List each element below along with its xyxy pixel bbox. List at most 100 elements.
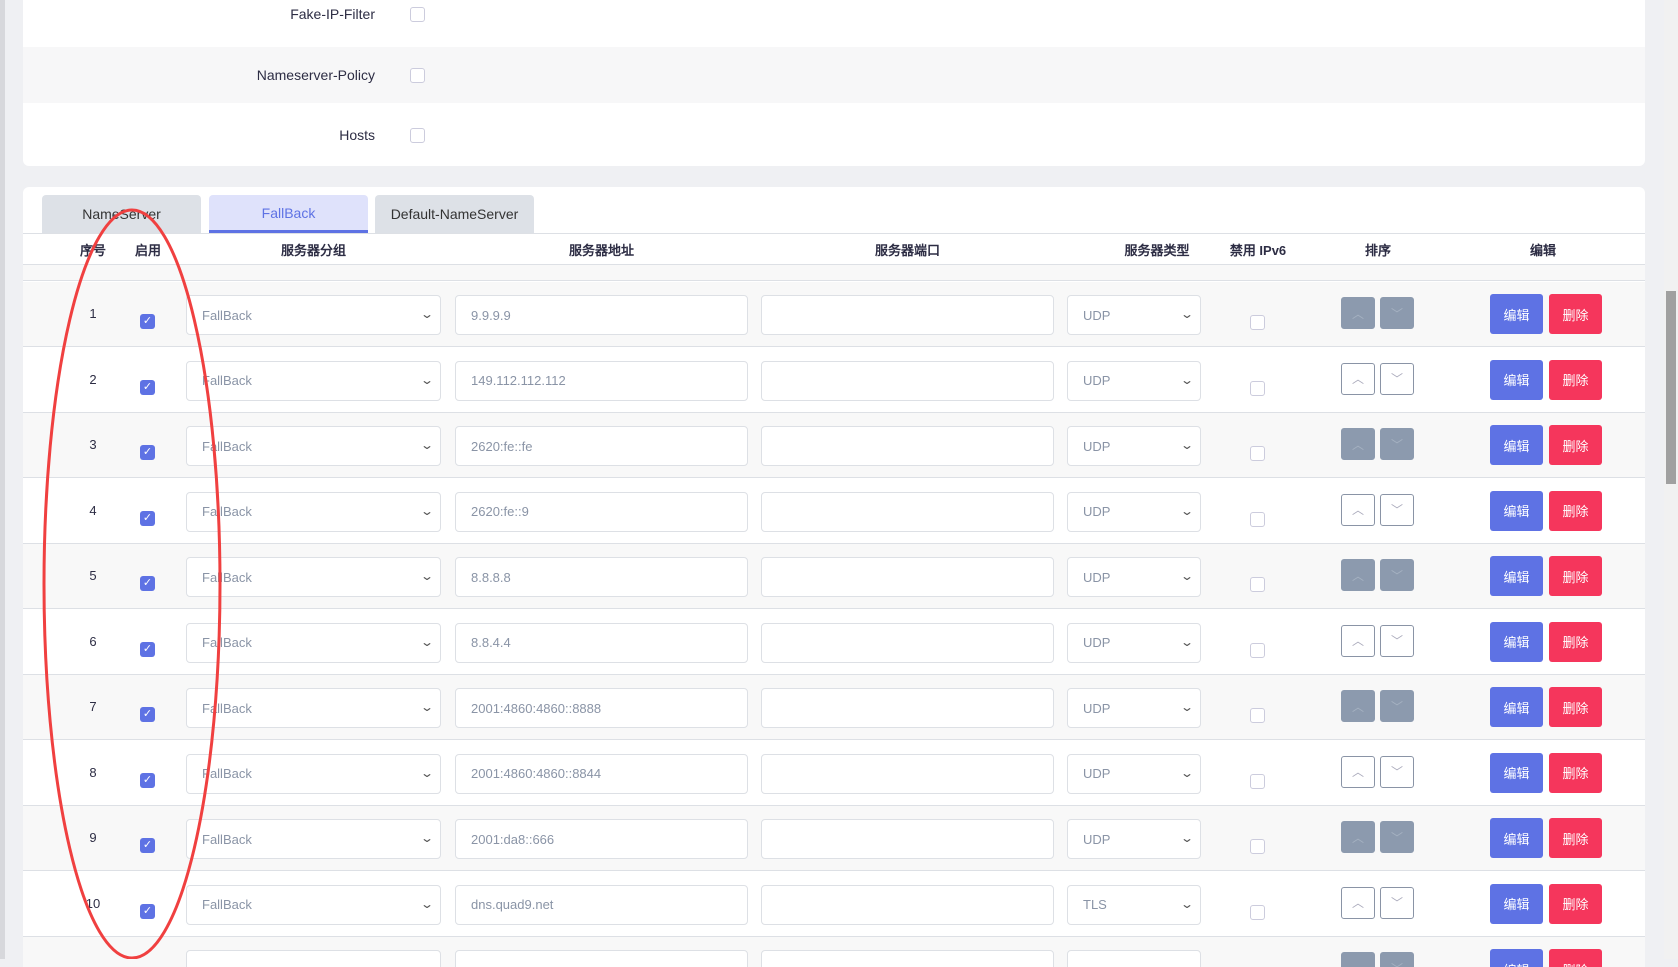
group-select[interactable]: FallBack⌄ [186,557,441,597]
move-down-button[interactable]: ﹀ [1380,821,1414,853]
delete-button[interactable]: 删除 [1549,753,1602,793]
disable-ipv6-checkbox[interactable] [1250,577,1265,592]
move-down-button[interactable]: ﹀ [1380,559,1414,591]
group-select[interactable]: FallBack⌄ [186,819,441,859]
enabled-checkbox[interactable]: ✓ [140,838,155,853]
move-down-button[interactable]: ﹀ [1380,297,1414,329]
tab-nameserver[interactable]: NameServer [42,195,201,233]
address-input[interactable]: 9.9.9.9 [455,295,748,335]
disable-ipv6-checkbox[interactable] [1250,774,1265,789]
port-input[interactable] [761,361,1054,401]
enabled-checkbox[interactable]: ✓ [140,773,155,788]
port-input[interactable] [761,819,1054,859]
delete-button[interactable]: 删除 [1549,818,1602,858]
scrollbar[interactable] [1664,0,1678,959]
type-select[interactable]: UDP⌄ [1067,623,1201,663]
move-up-button[interactable]: ︿ [1341,887,1375,919]
disable-ipv6-checkbox[interactable] [1250,839,1265,854]
disable-ipv6-checkbox[interactable] [1250,708,1265,723]
disable-ipv6-checkbox[interactable] [1250,315,1265,330]
address-input[interactable]: 2620:fe::fe [455,426,748,466]
move-down-button[interactable]: ﹀ [1380,363,1414,395]
disable-ipv6-checkbox[interactable] [1250,905,1265,920]
move-down-button[interactable]: ﹀ [1380,690,1414,722]
edit-button[interactable]: 编辑 [1490,687,1543,727]
address-input[interactable]: 2620:fe::9 [455,492,748,532]
hosts-checkbox[interactable] [410,128,425,143]
enabled-checkbox[interactable]: ✓ [140,576,155,591]
delete-button[interactable]: 删除 [1549,884,1602,924]
edit-button[interactable]: 编辑 [1490,753,1543,793]
disable-ipv6-checkbox[interactable] [1250,512,1265,527]
move-up-button[interactable]: ︿ [1341,952,1375,967]
move-down-button[interactable]: ﹀ [1380,494,1414,526]
type-select[interactable]: UDP⌄ [1067,557,1201,597]
enabled-checkbox[interactable]: ✓ [140,511,155,526]
port-input[interactable] [761,426,1054,466]
move-up-button[interactable]: ︿ [1341,690,1375,722]
edit-button[interactable]: 编辑 [1490,360,1543,400]
move-up-button[interactable]: ︿ [1341,428,1375,460]
group-select[interactable]: FallBack⌄ [186,426,441,466]
disable-ipv6-checkbox[interactable] [1250,643,1265,658]
group-select[interactable]: FallBack⌄ [186,623,441,663]
group-select[interactable]: FallBack⌄ [186,688,441,728]
move-up-button[interactable]: ︿ [1341,625,1375,657]
edit-button[interactable]: 编辑 [1490,818,1543,858]
port-input[interactable] [761,295,1054,335]
edit-button[interactable]: 编辑 [1490,622,1543,662]
enabled-checkbox[interactable]: ✓ [140,314,155,329]
port-input[interactable] [761,492,1054,532]
edit-button[interactable]: 编辑 [1490,884,1543,924]
type-select[interactable]: UDP⌄ [1067,361,1201,401]
type-select[interactable]: UDP⌄ [1067,492,1201,532]
group-select[interactable]: FallBack⌄ [186,754,441,794]
enabled-checkbox[interactable]: ✓ [140,707,155,722]
move-up-button[interactable]: ︿ [1341,494,1375,526]
type-select[interactable]: UDP⌄ [1067,688,1201,728]
move-up-button[interactable]: ︿ [1341,363,1375,395]
enabled-checkbox[interactable]: ✓ [140,445,155,460]
type-select[interactable]: UDP⌄ [1067,819,1201,859]
address-input[interactable]: 149.112.112.112 [455,361,748,401]
port-input[interactable] [761,885,1054,925]
scrollbar-thumb[interactable] [1666,291,1676,484]
address-input[interactable]: 2001:da8::666 [455,819,748,859]
disable-ipv6-checkbox[interactable] [1250,446,1265,461]
move-down-button[interactable]: ﹀ [1380,625,1414,657]
move-up-button[interactable]: ︿ [1341,756,1375,788]
delete-button[interactable]: 删除 [1549,491,1602,531]
port-input[interactable] [761,557,1054,597]
move-down-button[interactable]: ﹀ [1380,756,1414,788]
delete-button[interactable]: 删除 [1549,360,1602,400]
address-input[interactable]: 8.8.4.4 [455,623,748,663]
address-input[interactable]: 2001:4860:4860::8888 [455,688,748,728]
type-select[interactable]: UDP⌄ [1067,426,1201,466]
group-select[interactable]: FallBack⌄ [186,885,441,925]
edit-button[interactable]: 编辑 [1490,425,1543,465]
move-down-button[interactable]: ﹀ [1380,887,1414,919]
group-select[interactable]: FallBack⌄ [186,295,441,335]
move-up-button[interactable]: ︿ [1341,297,1375,329]
nameserver-policy-checkbox[interactable] [410,68,425,83]
edit-button[interactable]: 编辑 [1490,491,1543,531]
port-input[interactable] [761,754,1054,794]
address-input[interactable]: 2001:4860:4860::8844 [455,754,748,794]
type-select[interactable]: UDP⌄ [1067,754,1201,794]
type-select[interactable]: TLS⌄ [1067,885,1201,925]
delete-button[interactable]: 删除 [1549,556,1602,596]
port-input[interactable] [761,688,1054,728]
delete-button[interactable]: 删除 [1549,949,1602,967]
delete-button[interactable]: 删除 [1549,687,1602,727]
port-input[interactable] [761,623,1054,663]
type-select[interactable]: UDP⌄ [1067,295,1201,335]
edit-button[interactable]: 编辑 [1490,294,1543,334]
delete-button[interactable]: 删除 [1549,622,1602,662]
edit-button[interactable]: 编辑 [1490,556,1543,596]
move-down-button[interactable]: ﹀ [1380,952,1414,967]
enabled-checkbox[interactable]: ✓ [140,380,155,395]
move-down-button[interactable]: ﹀ [1380,428,1414,460]
delete-button[interactable]: 删除 [1549,294,1602,334]
edit-button[interactable]: 编辑 [1490,949,1543,967]
delete-button[interactable]: 删除 [1549,425,1602,465]
